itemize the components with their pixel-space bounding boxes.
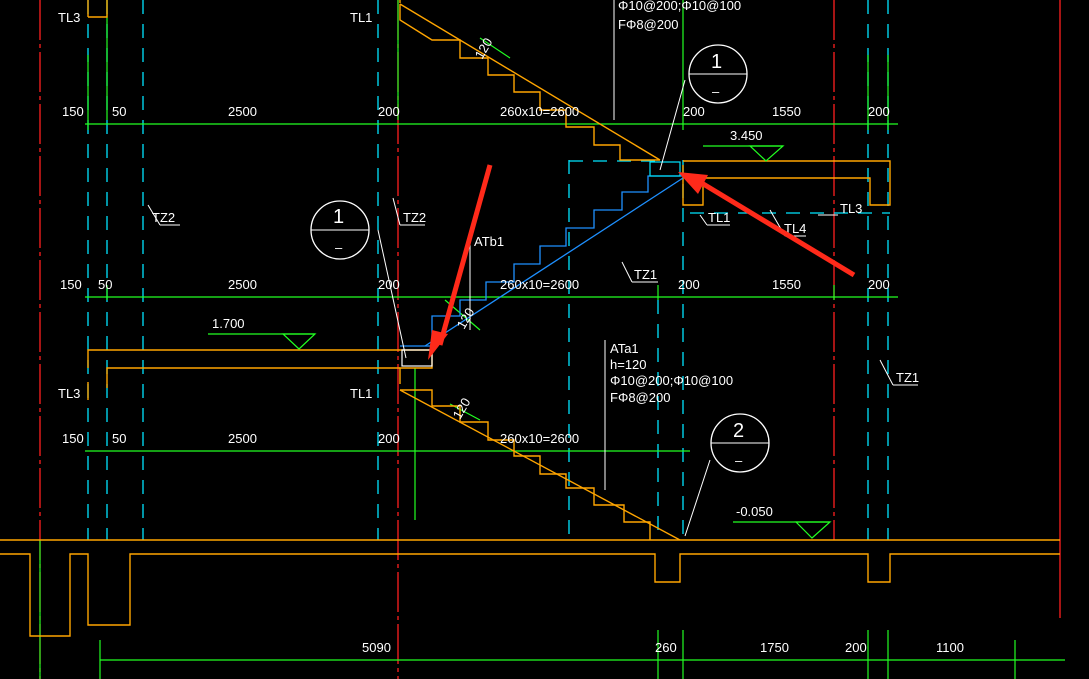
label-ata1-h: h=120 [610, 357, 647, 372]
label-ata1-rebar2: FΦ8@200 [610, 390, 670, 405]
label-top-rebar2: FΦ8@200 [618, 17, 678, 32]
elevation-middle: 1.700 [212, 316, 245, 331]
label-tl1-top: TL1 [350, 10, 372, 25]
label-slope-mid: 120 [454, 305, 478, 331]
section-sub: – [712, 84, 720, 99]
structure-lines [0, 0, 1060, 637]
dimension-lines [39, 0, 1065, 679]
section-mark-1-top: 1 – [688, 44, 748, 104]
section-mark-2: 2 – [710, 413, 770, 473]
dim-text: 150 [62, 431, 84, 446]
dim-text: 2500 [228, 431, 257, 446]
dim-text: 200 [845, 640, 867, 655]
dim-text: 200 [683, 104, 705, 119]
label-tl3-top: TL3 [58, 10, 80, 25]
dim-text: 200 [678, 277, 700, 292]
hidden-lines [87, 0, 890, 540]
elevation-marker-middle: 1.700 [212, 316, 317, 350]
arrow-left-head [428, 330, 448, 360]
label-tl1-right: TL1 [708, 210, 730, 225]
elevation-upper: 3.450 [730, 128, 763, 143]
label-tl3-left: TL3 [58, 386, 80, 401]
section-number: 1 [333, 206, 344, 228]
label-tz1-mid: TZ1 [634, 267, 657, 282]
dim-text: 1550 [772, 104, 801, 119]
dim-text: 50 [98, 277, 112, 292]
dim-text: 150 [60, 277, 82, 292]
dimension-row-1: 150 50 2500 200 260x10=2600 200 1550 200 [62, 104, 890, 119]
label-tl3-right: TL3 [840, 201, 862, 216]
dim-text: 260x10=2600 [500, 431, 579, 446]
section-mark-1-mid: 1 – [310, 200, 370, 260]
dim-text: 260x10=2600 [500, 104, 579, 119]
section-number: 1 [711, 51, 722, 73]
label-ata1-rebar1: Φ10@200;Φ10@100 [610, 373, 733, 388]
dim-text: 2500 [228, 277, 257, 292]
dim-text: 150 [62, 104, 84, 119]
section-sub: – [335, 240, 343, 255]
dim-text: 200 [378, 431, 400, 446]
dim-text: 200 [378, 104, 400, 119]
label-ata1: ATa1 [610, 341, 639, 356]
label-tz2-mid: TZ2 [403, 210, 426, 225]
dim-text: 50 [112, 104, 126, 119]
annotation-arrows [428, 164, 856, 360]
dimension-row-bottom: 5090 260 1750 200 1100 [362, 640, 964, 655]
label-tz1-right: TZ1 [896, 370, 919, 385]
dim-text: 200 [378, 277, 400, 292]
label-top-rebar1: Φ10@200;Φ10@100 [618, 0, 741, 13]
dim-text: 260 [655, 640, 677, 655]
arrow-right-shaft [698, 179, 856, 278]
stair-section-drawing: 3.450 1.700 -0.050 1 – 1 – 2 – 150 50 25… [0, 0, 1065, 679]
label-tz2-left: TZ2 [152, 210, 175, 225]
dim-text: 5090 [362, 640, 391, 655]
dim-text: 1750 [760, 640, 789, 655]
dim-text: 1550 [772, 277, 801, 292]
dimension-row-3: 150 50 2500 200 260x10=2600 [62, 431, 579, 446]
label-slope-bot: 120 [450, 395, 474, 421]
upper-stair-flight [400, 175, 684, 347]
dimension-row-2: 150 50 2500 200 260x10=2600 200 1550 200 [60, 277, 890, 292]
elevation-marker-upper: 3.450 [730, 128, 785, 162]
elevation-ground: -0.050 [736, 504, 773, 519]
elevation-marker-ground: -0.050 [736, 504, 832, 539]
dim-text: 50 [112, 431, 126, 446]
dim-text: 2500 [228, 104, 257, 119]
dim-text: 1100 [936, 640, 964, 655]
section-sub: – [735, 453, 743, 468]
label-atb1: ATb1 [474, 234, 504, 249]
axis-lines [39, 0, 1061, 679]
dim-text: 260x10=2600 [500, 277, 579, 292]
dim-text: 200 [868, 277, 890, 292]
section-number: 2 [733, 420, 744, 442]
dim-text: 200 [868, 104, 890, 119]
label-tl1-left: TL1 [350, 386, 372, 401]
